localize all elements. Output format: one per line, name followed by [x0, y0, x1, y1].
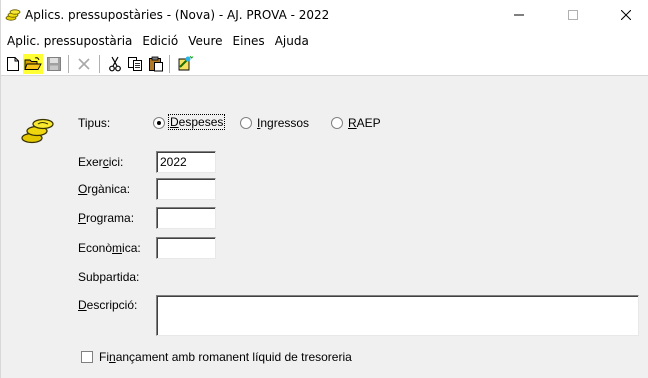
- subpartida-label: Subpartida:: [78, 270, 140, 284]
- descripcio-textarea[interactable]: [156, 295, 639, 336]
- radio-despeses[interactable]: [153, 117, 165, 129]
- exercici-label: Exercici:: [78, 155, 124, 169]
- delete-icon: [78, 58, 90, 70]
- tipus-label: Tipus:: [78, 116, 111, 130]
- economica-input[interactable]: [156, 237, 216, 259]
- copy-icon: [128, 57, 142, 71]
- toolbar-separator: [99, 55, 100, 73]
- cut-icon: [109, 56, 121, 72]
- close-icon: [621, 10, 631, 20]
- open-button[interactable]: [23, 54, 43, 74]
- programa-input[interactable]: [156, 207, 216, 229]
- radio-despeses-label[interactable]: Despeses: [167, 114, 226, 130]
- paste-icon: [149, 56, 163, 72]
- open-folder-icon: [24, 57, 42, 70]
- save-icon: [47, 57, 61, 71]
- paste-button[interactable]: [146, 54, 166, 74]
- programa-label: Programa:: [78, 211, 135, 225]
- menu-edicio[interactable]: Edició: [137, 30, 183, 52]
- toolbar-separator: [68, 55, 69, 73]
- close-button[interactable]: [603, 0, 648, 30]
- radio-raep-label[interactable]: RAEP: [348, 116, 381, 130]
- economica-label: Econòmica:: [78, 241, 141, 255]
- menu-eines[interactable]: Eines: [228, 30, 270, 52]
- toolbar: [1, 52, 648, 76]
- coins-icon: [21, 118, 54, 144]
- exercici-input[interactable]: 2022: [156, 151, 216, 173]
- financament-label[interactable]: Finançament amb romanent líquid de treso…: [99, 350, 352, 364]
- application-window: Aplics. pressupostàries - (Nova) - AJ. P…: [0, 0, 648, 378]
- new-document-icon: [7, 57, 19, 71]
- cut-button[interactable]: [105, 54, 125, 74]
- minimize-icon: [514, 14, 524, 16]
- toolbar-separator: [169, 55, 170, 73]
- radio-ingressos-label[interactable]: Ingressos: [257, 116, 309, 130]
- radio-raep[interactable]: [331, 117, 343, 129]
- menu-bar: Aplic. pressupostària Edició Veure Eines…: [1, 30, 648, 52]
- menu-aplic-pressupostaria[interactable]: Aplic. pressupostària: [1, 30, 137, 52]
- financament-checkbox[interactable]: [81, 351, 93, 363]
- descripcio-label: Descripció:: [78, 298, 138, 312]
- minimize-button[interactable]: [496, 0, 542, 30]
- title-bar: Aplics. pressupostàries - (Nova) - AJ. P…: [1, 0, 648, 30]
- organica-label: Orgànica:: [78, 182, 131, 196]
- coins-app-icon: [5, 9, 21, 21]
- menu-veure[interactable]: Veure: [183, 30, 227, 52]
- menu-ajuda[interactable]: Ajuda: [270, 30, 314, 52]
- wizard-button[interactable]: [175, 54, 195, 74]
- organica-input[interactable]: [156, 178, 216, 200]
- wizard-icon: [178, 55, 194, 71]
- radio-ingressos[interactable]: [240, 117, 252, 129]
- copy-button[interactable]: [125, 54, 145, 74]
- save-button[interactable]: [44, 54, 64, 74]
- delete-button[interactable]: [74, 54, 94, 74]
- window-title: Aplics. pressupostàries - (Nova) - AJ. P…: [25, 8, 330, 22]
- maximize-button[interactable]: [550, 0, 596, 30]
- new-button[interactable]: [3, 54, 23, 74]
- maximize-icon: [568, 10, 578, 20]
